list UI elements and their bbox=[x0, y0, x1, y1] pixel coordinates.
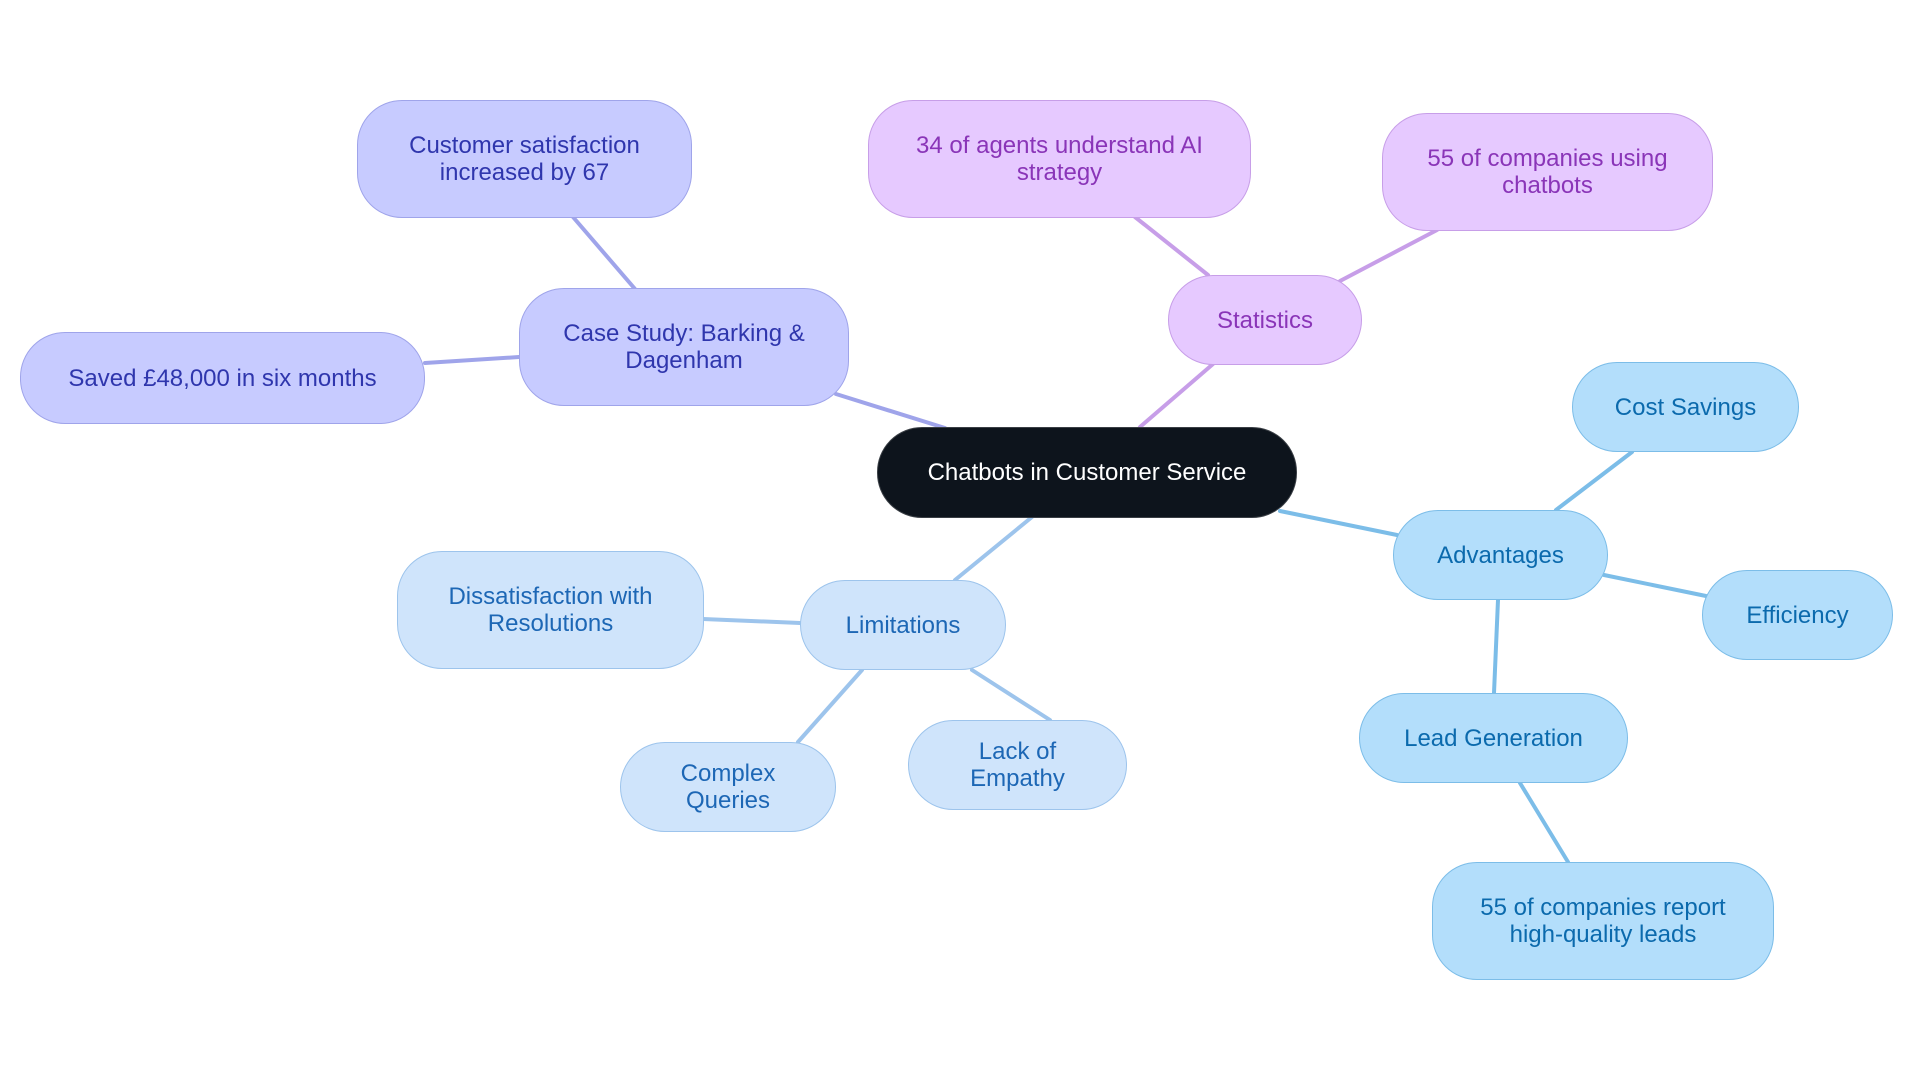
edge-lim-lim2 bbox=[796, 668, 864, 744]
edge-stats-stat1 bbox=[1133, 215, 1210, 277]
node-high-quality-leads[interactable]: 55 of companies report high-quality lead… bbox=[1432, 862, 1774, 980]
node-complex-queries[interactable]: Complex Queries bbox=[620, 742, 836, 832]
node-label: Lead Generation bbox=[1404, 724, 1583, 752]
edge-lim-lim3 bbox=[970, 668, 1052, 722]
node-label: 55 of companies report high-quality lead… bbox=[1480, 894, 1726, 948]
node-label: Efficiency bbox=[1746, 601, 1849, 629]
node-statistics[interactable]: Statistics bbox=[1168, 275, 1362, 365]
node-label: Limitations bbox=[845, 611, 961, 639]
node-label: 34 of agents understand AI strategy bbox=[916, 132, 1203, 186]
node-companies-using-chatbots[interactable]: 55 of companies using chatbots bbox=[1382, 113, 1713, 231]
edge-stats-stat2 bbox=[1338, 228, 1439, 283]
node-label: Cost Savings bbox=[1614, 393, 1757, 421]
edge-adv3-adv3a bbox=[1518, 781, 1570, 864]
node-label: Advantages bbox=[1437, 541, 1564, 569]
edge-root-adv bbox=[1278, 509, 1399, 537]
node-label: Lack of Empathy bbox=[970, 738, 1065, 792]
node-label: Chatbots in Customer Service bbox=[927, 459, 1247, 486]
node-lack-of-empathy[interactable]: Lack of Empathy bbox=[908, 720, 1127, 810]
edge-adv-adv1 bbox=[1554, 450, 1634, 512]
node-label: Dissatisfaction with Resolutions bbox=[448, 583, 653, 637]
node-label: Case Study: Barking & Dagenham bbox=[563, 320, 805, 374]
edge-adv-adv2 bbox=[1602, 573, 1708, 598]
node-label: Complex Queries bbox=[680, 760, 776, 814]
edge-lim-lim1 bbox=[701, 617, 802, 625]
node-label: Customer satisfaction increased by 67 bbox=[409, 132, 640, 186]
edge-case-case1 bbox=[571, 215, 637, 291]
node-label: 55 of companies using chatbots bbox=[1427, 145, 1668, 199]
node-dissatisfaction[interactable]: Dissatisfaction with Resolutions bbox=[397, 551, 704, 669]
node-advantages[interactable]: Advantages bbox=[1393, 510, 1608, 600]
node-efficiency[interactable]: Efficiency bbox=[1702, 570, 1893, 660]
node-customer-satisfaction[interactable]: Customer satisfaction increased by 67 bbox=[357, 100, 692, 218]
node-agents-understand-ai[interactable]: 34 of agents understand AI strategy bbox=[868, 100, 1251, 218]
node-limitations[interactable]: Limitations bbox=[800, 580, 1006, 670]
node-label: Saved £48,000 in six months bbox=[68, 364, 377, 392]
node-case-study[interactable]: Case Study: Barking & Dagenham bbox=[519, 288, 849, 406]
node-lead-generation[interactable]: Lead Generation bbox=[1359, 693, 1628, 783]
node-saved-money[interactable]: Saved £48,000 in six months bbox=[20, 332, 425, 424]
edge-case-case2 bbox=[423, 355, 521, 365]
node-label: Statistics bbox=[1216, 306, 1314, 334]
edge-root-lim bbox=[953, 515, 1034, 582]
edge-root-case bbox=[834, 392, 947, 430]
root-node[interactable]: Chatbots in Customer Service bbox=[877, 427, 1297, 518]
edge-root-stats bbox=[1138, 362, 1215, 429]
edge-adv-adv3 bbox=[1492, 598, 1500, 695]
node-cost-savings[interactable]: Cost Savings bbox=[1572, 362, 1799, 452]
